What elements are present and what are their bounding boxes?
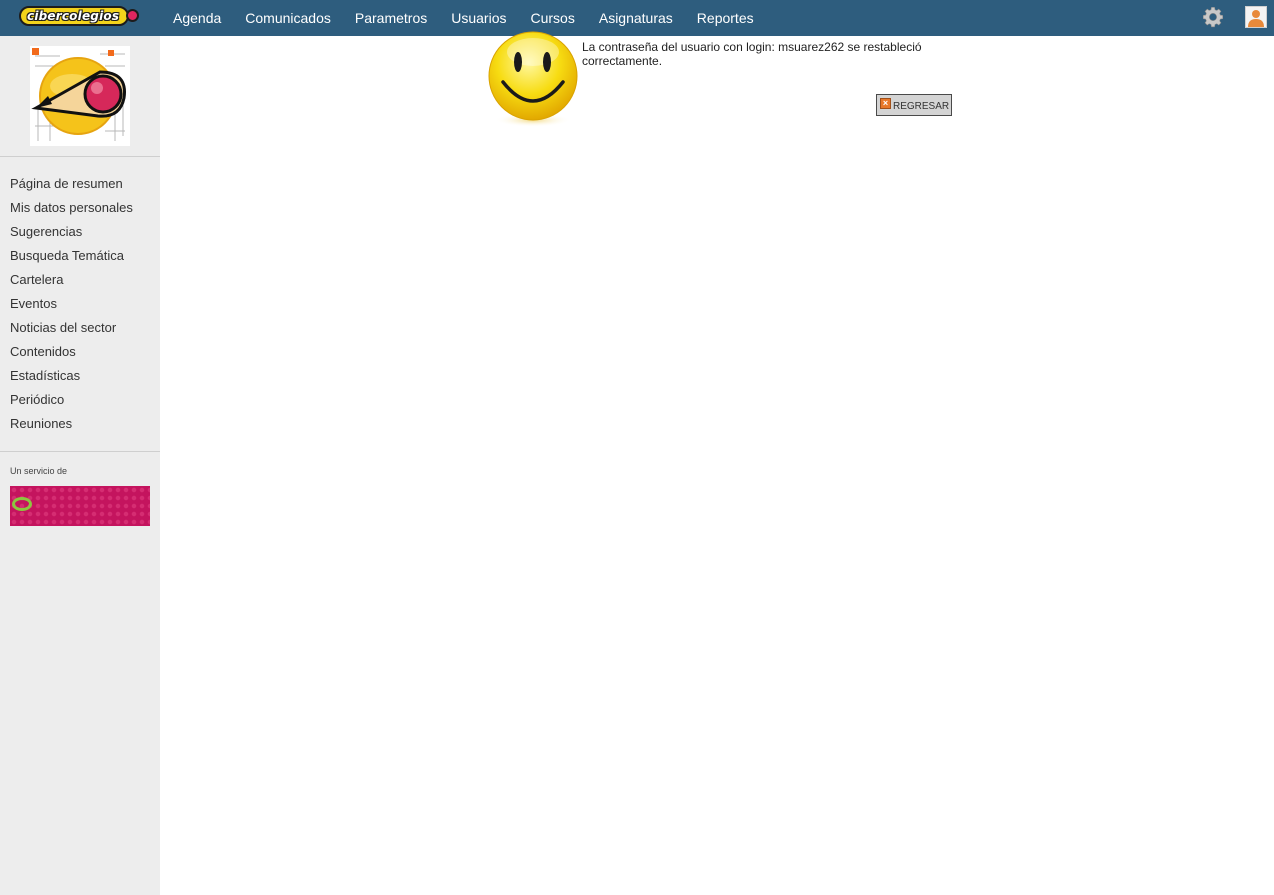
sidebar-item-noticias-del-sector[interactable]: Noticias del sector: [0, 316, 160, 340]
nav-item-usuarios[interactable]: Usuarios: [439, 3, 518, 33]
sidebar-item-sugerencias[interactable]: Sugerencias: [0, 220, 160, 244]
nav-item-asignaturas[interactable]: Asignaturas: [587, 3, 685, 33]
logo-text: cibercolegios: [27, 9, 120, 23]
sidebar: Página de resumen Mis datos personales S…: [0, 36, 160, 895]
service-label: Un servicio de: [10, 466, 68, 476]
logo-pill: cibercolegios: [19, 6, 129, 26]
nav-item-comunicados[interactable]: Comunicados: [233, 3, 343, 33]
smiley-icon: [488, 31, 578, 127]
nav-item-parametros[interactable]: Parametros: [343, 3, 439, 33]
sidebar-item-pagina-de-resumen[interactable]: Página de resumen: [0, 172, 160, 196]
sidebar-item-contenidos[interactable]: Contenidos: [0, 340, 160, 364]
sidebar-item-periodico[interactable]: Periódico: [0, 388, 160, 412]
main-nav: Agenda Comunicados Parametros Usuarios C…: [161, 0, 766, 36]
gear-icon[interactable]: [1202, 6, 1224, 28]
sidebar-menu: Página de resumen Mis datos personales S…: [0, 172, 160, 436]
user-avatar-icon[interactable]: [1245, 6, 1267, 28]
logo-dot: [126, 9, 139, 22]
nav-item-cursos[interactable]: Cursos: [519, 3, 587, 33]
regresar-button[interactable]: × REGRESAR: [876, 94, 952, 116]
sponsor-banner[interactable]: [10, 486, 150, 526]
sidebar-item-busqueda-tematica[interactable]: Busqueda Temática: [0, 244, 160, 268]
sponsor-ring-icon: [12, 497, 32, 511]
top-navbar: cibercolegios Agenda Comunicados Paramet…: [0, 0, 1274, 36]
regresar-label: REGRESAR: [893, 101, 950, 112]
sidebar-item-estadisticas[interactable]: Estadísticas: [0, 364, 160, 388]
success-message: La contraseña del usuario con login: msu…: [582, 40, 922, 68]
nav-item-agenda[interactable]: Agenda: [161, 3, 233, 33]
school-logo-image: [30, 46, 130, 146]
person-icon: [1248, 10, 1264, 27]
sidebar-item-eventos[interactable]: Eventos: [0, 292, 160, 316]
sidebar-divider-top: [0, 156, 160, 157]
close-icon: ×: [880, 98, 891, 109]
sidebar-item-mis-datos-personales[interactable]: Mis datos personales: [0, 196, 160, 220]
sidebar-divider-bottom: [0, 451, 160, 452]
sidebar-item-reuniones[interactable]: Reuniones: [0, 412, 160, 436]
nav-item-reportes[interactable]: Reportes: [685, 3, 766, 33]
cibercolegios-logo[interactable]: cibercolegios: [19, 5, 141, 28]
sidebar-item-cartelera[interactable]: Cartelera: [0, 268, 160, 292]
